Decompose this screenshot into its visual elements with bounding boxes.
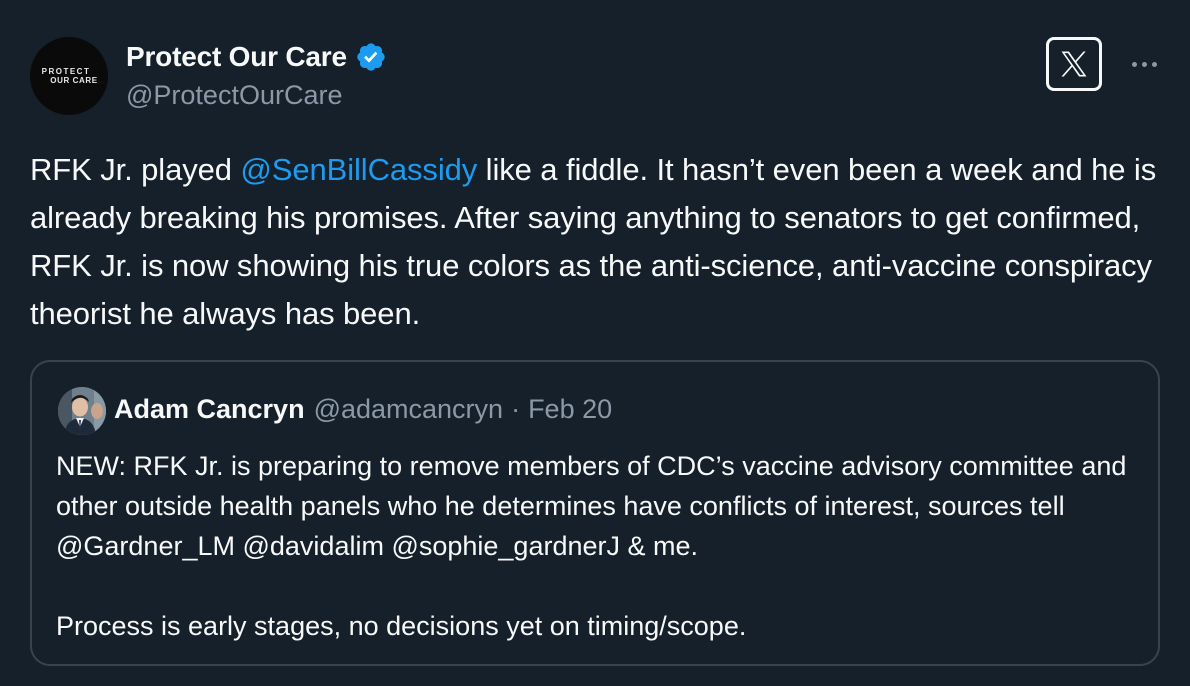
tweet-body: RFK Jr. played @SenBillCassidy like a fi… — [30, 146, 1160, 338]
avatar-logo-text-2: OUR CARE — [50, 76, 98, 85]
quoted-separator: · — [511, 394, 521, 424]
mention-link[interactable]: @SenBillCassidy — [240, 152, 477, 187]
author-handle[interactable]: @ProtectOurCare — [126, 80, 342, 111]
verified-badge-icon[interactable] — [355, 41, 387, 73]
more-options-icon[interactable] — [1124, 50, 1164, 78]
author-name-row: Protect Our Care — [126, 40, 387, 74]
quoted-author-avatar[interactable] — [58, 387, 106, 435]
quoted-tweet[interactable]: Adam Cancryn @adamcancryn · Feb 20 NEW: … — [30, 360, 1160, 666]
quoted-date[interactable]: Feb 20 — [528, 394, 612, 425]
quoted-paragraph-1: NEW: RFK Jr. is preparing to remove memb… — [56, 451, 1127, 561]
avatar-logo-text-1: PROTECT — [41, 67, 91, 76]
tweet-text-start: RFK Jr. played — [30, 152, 241, 187]
tweet-card: PROTECT OUR CARE Protect Our Care @Prote… — [0, 0, 1190, 686]
x-logo-icon[interactable] — [1046, 37, 1102, 91]
quoted-display-name[interactable]: Adam Cancryn — [114, 394, 305, 425]
author-display-name[interactable]: Protect Our Care — [126, 41, 347, 73]
more-dot — [1141, 61, 1147, 67]
more-dot — [1131, 61, 1137, 67]
quoted-body: NEW: RFK Jr. is preparing to remove memb… — [56, 446, 1136, 646]
quoted-header: Adam Cancryn @adamcancryn · Feb 20 — [114, 394, 612, 425]
quoted-handle[interactable]: @adamcancryn — [314, 394, 504, 425]
quoted-paragraph-2: Process is early stages, no decisions ye… — [56, 611, 747, 641]
author-avatar[interactable]: PROTECT OUR CARE — [30, 37, 108, 115]
more-dot — [1151, 61, 1157, 67]
